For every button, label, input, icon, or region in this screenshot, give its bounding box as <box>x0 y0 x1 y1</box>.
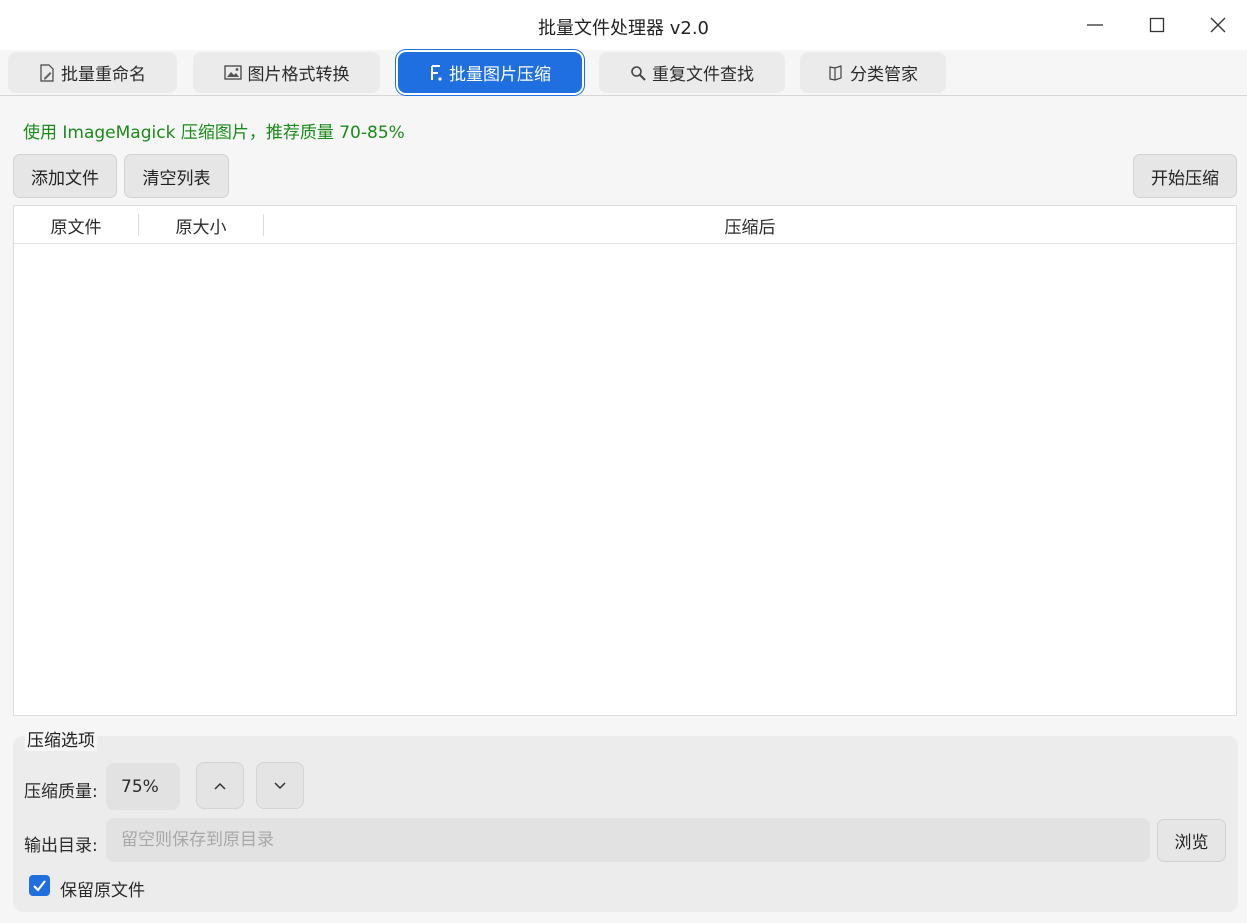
minimize-button[interactable] <box>1072 8 1118 42</box>
file-table[interactable]: 原文件 原大小 压缩后 <box>13 205 1237 716</box>
options-group-title: 压缩选项 <box>25 726 97 751</box>
output-dir-label: 输出目录: <box>24 836 98 856</box>
folder-icon <box>828 64 844 81</box>
minimize-icon <box>1087 24 1103 26</box>
tab-batch-rename[interactable]: 批量重命名 <box>8 52 177 93</box>
quality-decrease-button[interactable] <box>256 762 304 809</box>
window-title: 批量文件处理器 v2.0 <box>538 18 709 39</box>
browse-button[interactable]: 浏览 <box>1157 819 1226 862</box>
output-dir-input[interactable] <box>106 818 1150 862</box>
image-icon <box>223 65 242 80</box>
maximize-button[interactable] <box>1134 8 1180 42</box>
tab-image-convert[interactable]: 图片格式转换 <box>193 52 380 93</box>
tab-label: 分类管家 <box>850 65 918 85</box>
tab-image-compress[interactable]: 批量图片压缩 <box>398 52 582 93</box>
tab-bar: 批量重命名 图片格式转换 批量图片压缩 重复文件查找 分类管家 <box>0 50 1247 96</box>
tab-label: 重复文件查找 <box>652 65 754 85</box>
tab-category-manager[interactable]: 分类管家 <box>800 52 946 93</box>
add-files-button[interactable]: 添加文件 <box>13 154 117 198</box>
tab-label: 图片格式转换 <box>247 65 350 85</box>
tab-label: 批量图片压缩 <box>449 65 551 85</box>
keep-original-label[interactable]: 保留原文件 <box>60 876 145 901</box>
column-header-original-size[interactable]: 原大小 <box>139 206 263 244</box>
quality-label: 压缩质量: <box>24 782 98 802</box>
title-bar: 批量文件处理器 v2.0 <box>0 0 1247 50</box>
quality-increase-button[interactable] <box>196 762 244 809</box>
quality-spinbox[interactable]: 75% <box>106 763 180 810</box>
table-header: 原文件 原大小 压缩后 <box>14 206 1236 244</box>
chevron-up-icon <box>214 782 226 790</box>
close-button[interactable] <box>1195 8 1241 42</box>
maximize-icon <box>1149 17 1165 33</box>
tab-label: 批量重命名 <box>61 65 146 85</box>
tab-duplicate-finder[interactable]: 重复文件查找 <box>599 52 785 93</box>
start-compress-button[interactable]: 开始压缩 <box>1133 154 1237 198</box>
checkmark-icon <box>33 880 46 892</box>
keep-original-checkbox[interactable] <box>29 875 50 896</box>
clear-list-button[interactable]: 清空列表 <box>124 154 229 198</box>
column-header-compressed[interactable]: 压缩后 <box>264 206 1236 244</box>
document-edit-icon <box>39 63 55 82</box>
search-icon <box>630 65 646 81</box>
close-icon <box>1210 17 1226 33</box>
column-header-original-file[interactable]: 原文件 <box>14 206 138 244</box>
chevron-down-icon <box>274 781 286 789</box>
tip-text: 使用 ImageMagick 压缩图片，推荐质量 70-85% <box>23 123 405 143</box>
compress-icon <box>429 64 443 82</box>
